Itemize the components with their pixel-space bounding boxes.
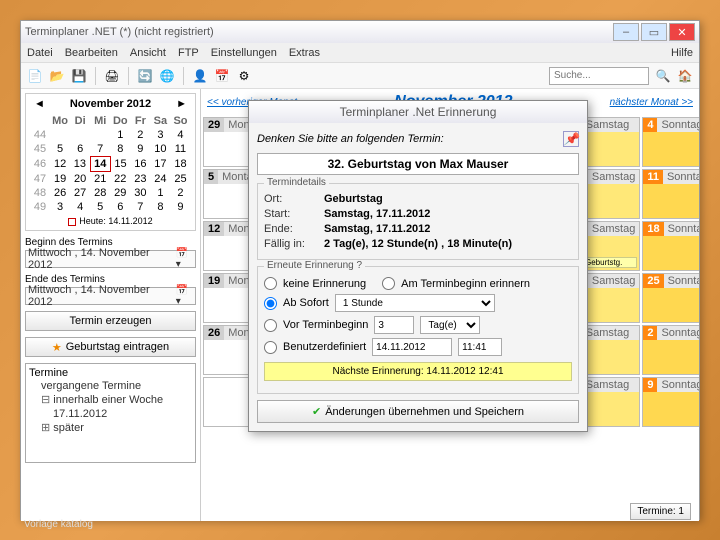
sidebar: ◄ November 2012 ► MoDiMiDoFrSaSo 441234 … — [21, 89, 201, 521]
dialog-prompt: Denken Sie bitte an folgenden Termin: — [257, 133, 444, 145]
minical-today[interactable]: Heute: 14.11.2012 — [30, 216, 191, 226]
opt-before-radio[interactable] — [264, 319, 277, 332]
menu-ftp[interactable]: FTP — [178, 47, 199, 59]
save-button[interactable]: ✔Änderungen übernehmen und Speichern — [257, 400, 579, 423]
appointments-count[interactable]: Termine: 1 — [630, 503, 691, 520]
menu-edit[interactable]: Bearbeiten — [65, 47, 118, 59]
opt-before-num[interactable] — [374, 316, 414, 334]
opt-atstart-radio[interactable] — [382, 277, 395, 290]
print-icon[interactable]: 🖨 — [104, 68, 120, 84]
day-cell[interactable]: 9Sonntag — [642, 377, 699, 427]
minimize-button[interactable]: – — [613, 23, 639, 41]
search-icon[interactable]: 🔍 — [655, 68, 671, 84]
menu-extras[interactable]: Extras — [289, 47, 320, 59]
next-reminder: Nächste Erinnerung: 14.11.2012 12:41 — [264, 362, 572, 381]
next-month-link[interactable]: nächster Monat >> — [610, 97, 693, 108]
opt-now-radio[interactable] — [264, 297, 277, 310]
day-cell[interactable]: 11Sonntag — [642, 169, 699, 219]
day-cell[interactable]: 25Sonntag — [642, 273, 699, 323]
window-title: Terminplaner .NET (*) (nicht registriert… — [25, 26, 214, 38]
pin-icon[interactable]: 📌 — [563, 131, 579, 147]
end-date-picker[interactable]: Mittwoch , 14. November 2012📅▾ — [25, 287, 196, 305]
search-input[interactable] — [549, 67, 649, 85]
menu-file[interactable]: Datei — [27, 47, 53, 59]
opt-now-select[interactable]: 1 Stunde — [335, 294, 495, 312]
calendar-icon[interactable]: 📅 — [214, 68, 230, 84]
toolbar: 📄 📂 💾 🖨 🔄 🌐 👤 📅 ⚙ 🔍 🏠 — [21, 63, 699, 89]
minical-grid[interactable]: MoDiMiDoFrSaSo 441234 45567891011 461213… — [30, 114, 191, 214]
minical-prev[interactable]: ◄ — [30, 98, 49, 110]
day-cell[interactable]: 2Sonntag — [642, 325, 699, 375]
opt-custom-time[interactable] — [458, 338, 502, 356]
opt-none-radio[interactable] — [264, 277, 277, 290]
day-cell[interactable]: 4Sonntag — [642, 117, 699, 167]
maximize-button[interactable]: ▭ — [641, 23, 667, 41]
begin-date-picker[interactable]: Mittwoch , 14. November 2012📅▾ — [25, 250, 196, 268]
new-icon[interactable]: 📄 — [27, 68, 43, 84]
user-icon[interactable]: 👤 — [192, 68, 208, 84]
save-icon[interactable]: 💾 — [71, 68, 87, 84]
tree-root[interactable]: Termine — [29, 367, 192, 379]
world-icon[interactable]: 🌐 — [159, 68, 175, 84]
gear-icon[interactable]: ⚙ — [236, 68, 252, 84]
titlebar: Terminplaner .NET (*) (nicht registriert… — [21, 21, 699, 43]
menu-settings[interactable]: Einstellungen — [211, 47, 277, 59]
mini-calendar: ◄ November 2012 ► MoDiMiDoFrSaSo 441234 … — [25, 93, 196, 231]
katalog-label: Vorlage katalog — [24, 519, 93, 530]
tree-item[interactable]: 17.11.2012 — [29, 407, 192, 421]
minical-title: November 2012 — [70, 98, 151, 110]
menubar: Datei Bearbeiten Ansicht FTP Einstellung… — [21, 43, 699, 63]
day-cell[interactable]: 18Sonntag — [642, 221, 699, 271]
check-icon: ✔ — [312, 405, 321, 418]
opt-custom-date[interactable] — [372, 338, 452, 356]
reminder-dialog: Terminplaner .Net Erinnerung Denken Sie … — [248, 100, 588, 432]
refresh-icon[interactable]: 🔄 — [137, 68, 153, 84]
tree-item[interactable]: ⊞ später — [29, 421, 192, 435]
open-icon[interactable]: 📂 — [49, 68, 65, 84]
close-button[interactable]: ✕ — [669, 23, 695, 41]
tree-item[interactable]: ⊟ innerhalb einer Woche — [29, 393, 192, 407]
menu-view[interactable]: Ansicht — [130, 47, 166, 59]
dialog-title: Terminplaner .Net Erinnerung — [249, 101, 587, 123]
opt-custom-radio[interactable] — [264, 341, 277, 354]
home-icon[interactable]: 🏠 — [677, 68, 693, 84]
dialog-subject: 32. Geburtstag von Max Mauser — [257, 153, 579, 175]
minical-next[interactable]: ► — [172, 98, 191, 110]
create-appointment-button[interactable]: Termin erzeugen — [25, 311, 196, 331]
tree-item[interactable]: vergangene Termine — [29, 379, 192, 393]
star-icon: ★ — [52, 341, 62, 354]
menu-help[interactable]: Hilfe — [671, 47, 693, 59]
reremind-group: Erneute Erinnerung ? keine Erinnerung Am… — [257, 266, 579, 394]
details-group: Termindetails Ort:Geburtstag Start:Samst… — [257, 183, 579, 260]
appointments-tree[interactable]: Termine vergangene Termine ⊟ innerhalb e… — [25, 363, 196, 463]
add-birthday-button[interactable]: ★Geburtstag eintragen — [25, 337, 196, 357]
opt-before-unit[interactable]: Tag(e) — [420, 316, 480, 334]
